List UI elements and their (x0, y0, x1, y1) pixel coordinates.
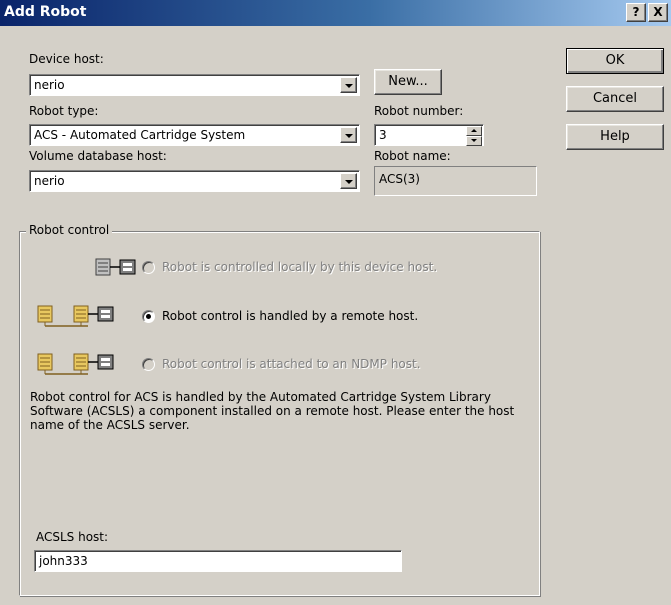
volume-db-host-value: nerio (34, 174, 65, 188)
robot-control-local-option: Robot is controlled locally by this devi… (0, 256, 540, 278)
add-robot-dialog: Add Robot ? X Device host: nerio New... … (0, 0, 671, 605)
radio-remote[interactable] (142, 310, 155, 323)
volume-db-host-dropdown[interactable]: nerio (29, 170, 360, 192)
ok-button[interactable]: OK (566, 48, 664, 74)
robot-number-label: Robot number: (374, 104, 464, 118)
acsls-host-label: ACSLS host: (36, 530, 109, 544)
robot-name-value: ACS(3) (379, 172, 420, 186)
robot-control-description: Robot control for ACS is handled by the … (30, 390, 515, 432)
chevron-down-icon[interactable] (340, 173, 357, 189)
close-button[interactable]: X (648, 3, 668, 22)
remote-host-robot-icon (37, 305, 114, 327)
new-host-button[interactable]: New... (374, 69, 442, 95)
radio-local (142, 261, 155, 274)
chevron-down-icon[interactable] (340, 127, 357, 143)
local-host-robot-icon (95, 258, 136, 276)
spin-down-icon[interactable] (466, 136, 482, 146)
radio-local-label: Robot is controlled locally by this devi… (162, 260, 438, 274)
window-title: Add Robot (4, 4, 87, 20)
chevron-down-icon[interactable] (340, 77, 357, 93)
radio-remote-label: Robot control is handled by a remote hos… (162, 309, 419, 323)
title-bar: Add Robot ? X (0, 0, 671, 26)
robot-name-label: Robot name: (374, 149, 451, 163)
device-host-label: Device host: (29, 52, 104, 66)
help-button[interactable]: Help (566, 124, 664, 150)
radio-ndmp-label: Robot control is attached to an NDMP hos… (162, 357, 421, 371)
device-host-dropdown[interactable]: nerio (29, 74, 360, 96)
radio-ndmp (142, 358, 155, 371)
robot-number-spinner[interactable]: 3 (374, 124, 484, 146)
robot-name-field: ACS(3) (374, 166, 537, 196)
robot-type-value: ACS - Automated Cartridge System (34, 128, 246, 142)
robot-number-value: 3 (379, 128, 387, 142)
cancel-button[interactable]: Cancel (566, 86, 664, 112)
robot-control-ndmp-option: Robot control is attached to an NDMP hos… (0, 352, 540, 375)
help-question-button[interactable]: ? (626, 3, 646, 22)
volume-db-host-label: Volume database host: (29, 149, 167, 163)
robot-control-remote-option[interactable]: Robot control is handled by a remote hos… (0, 304, 540, 327)
spin-up-icon[interactable] (466, 126, 482, 136)
robot-control-legend: Robot control (26, 223, 113, 237)
robot-type-dropdown[interactable]: ACS - Automated Cartridge System (29, 124, 360, 146)
ndmp-host-robot-icon (37, 353, 114, 375)
acsls-host-value: john333 (39, 554, 88, 568)
acsls-host-input[interactable]: john333 (34, 550, 402, 572)
device-host-value: nerio (34, 78, 65, 92)
robot-type-label: Robot type: (29, 104, 99, 118)
